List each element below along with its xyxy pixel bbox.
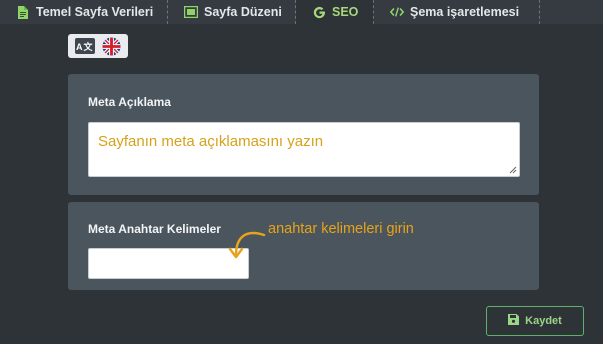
tab-sema-isaretlemesi[interactable]: Şema işaretlemesi — [374, 0, 540, 24]
tab-bar: Temel Sayfa Verileri Sayfa Düzeni SEO Şe… — [0, 0, 603, 24]
keywords-hint: anahtar kelimeleri girin — [268, 221, 414, 237]
tab-sayfa-duzeni[interactable]: Sayfa Düzeni — [168, 0, 296, 24]
tab-seo[interactable]: SEO — [296, 0, 374, 24]
tab-label: Sayfa Düzeni — [204, 5, 282, 19]
tab-label: SEO — [332, 5, 359, 19]
meta-keywords-panel: Meta Anahtar Kelimeler — [68, 202, 539, 290]
translate-icon[interactable]: A文 — [74, 38, 95, 54]
meta-keywords-label: Meta Anahtar Kelimeler — [88, 222, 221, 236]
tab-temel-sayfa-verileri[interactable]: Temel Sayfa Verileri — [0, 0, 168, 24]
tab-label: Şema işaretlemesi — [410, 5, 520, 19]
meta-description-panel: Meta Açıklama Sayfanın meta açıklamasını… — [68, 74, 539, 195]
layout-icon — [184, 5, 198, 19]
resize-handle-icon[interactable] — [509, 166, 517, 174]
tab-label: Temel Sayfa Verileri — [36, 5, 154, 19]
file-icon — [16, 5, 30, 19]
uk-flag-icon[interactable] — [102, 36, 121, 56]
language-selector: A文 — [68, 34, 128, 58]
meta-description-label: Meta Açıklama — [88, 95, 171, 109]
save-button[interactable]: Kaydet — [486, 306, 584, 336]
google-icon — [312, 5, 326, 19]
save-icon — [508, 314, 520, 328]
meta-description-textarea[interactable]: Sayfanın meta açıklamasını yazın — [88, 122, 520, 177]
meta-description-placeholder: Sayfanın meta açıklamasını yazın — [98, 133, 324, 150]
curved-arrow-icon — [228, 231, 266, 259]
save-button-label: Kaydet — [525, 315, 562, 327]
code-icon — [390, 5, 404, 19]
